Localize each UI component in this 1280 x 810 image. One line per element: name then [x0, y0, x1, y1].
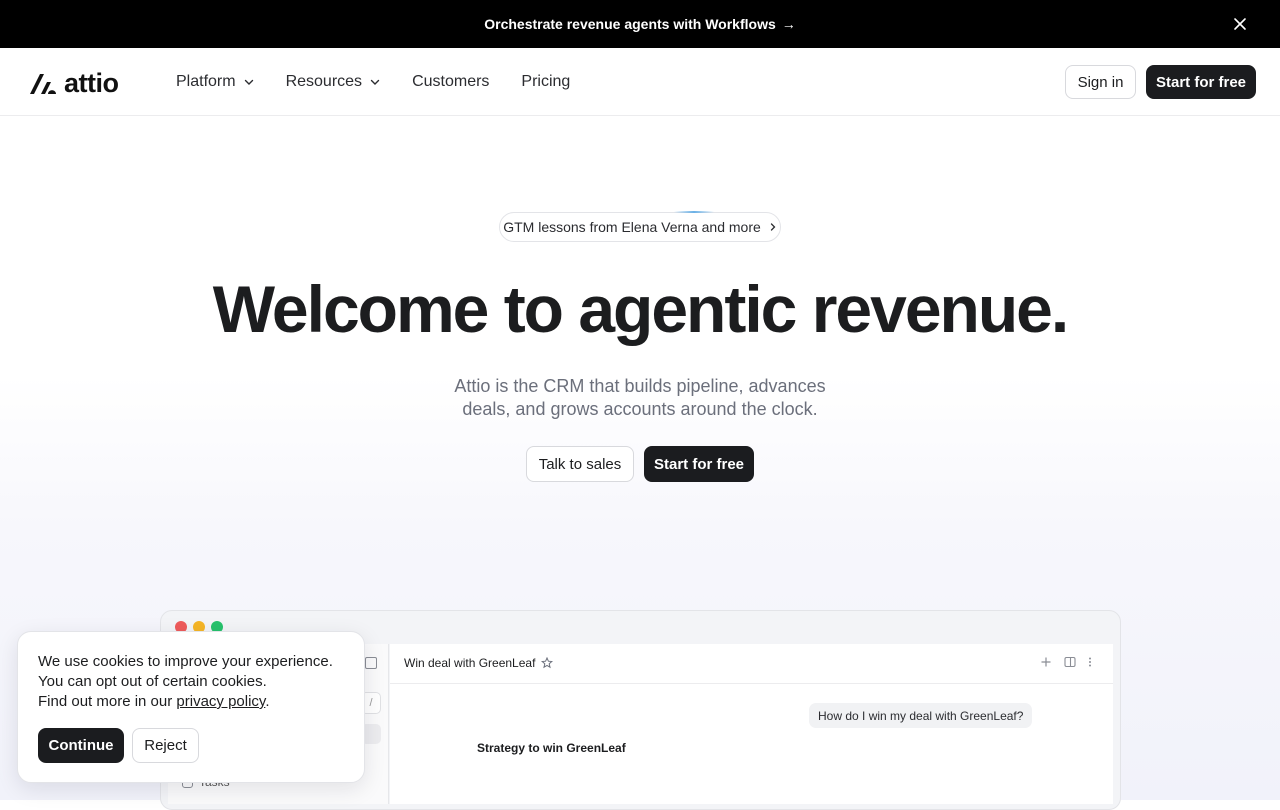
split-view-icon[interactable]	[1064, 656, 1076, 668]
cookie-message: We use cookies to improve your experienc…	[38, 652, 358, 712]
privacy-policy-link[interactable]: privacy policy	[176, 693, 265, 710]
hero-subtitle: Attio is the CRM that builds pipeline, a…	[454, 376, 826, 419]
nav-menu: Platform Resources Customers Pricing	[176, 48, 570, 116]
plus-icon[interactable]	[1040, 656, 1052, 668]
record-title-text: Win deal with GreenLeaf	[404, 656, 536, 670]
logo[interactable]: attio	[28, 68, 119, 99]
nav-item-platform[interactable]: Platform	[176, 73, 254, 91]
nav-item-label: Platform	[176, 73, 236, 90]
more-options-icon[interactable]	[1088, 656, 1092, 668]
cookie-line-3: Find out more in our privacy policy.	[38, 692, 358, 712]
cookie-banner: We use cookies to improve your experienc…	[17, 631, 365, 783]
record-title: Win deal with GreenLeaf	[404, 656, 554, 670]
nav-item-label: Pricing	[521, 73, 571, 90]
chat-user-message: How do I win my deal with GreenLeaf?	[809, 703, 1033, 728]
hero-start-for-free-button[interactable]: Start for free	[644, 446, 754, 482]
nav-item-label: Resources	[285, 73, 363, 90]
chevron-down-icon	[370, 79, 380, 85]
start-for-free-button[interactable]: Start for free	[1146, 65, 1256, 99]
hero-headline: Welcome to agentic revenue.	[212, 272, 1069, 346]
announcement-text: Orchestrate revenue agents with Workflow…	[484, 16, 776, 32]
cookie-line-3-prefix: Find out more in our	[38, 693, 177, 710]
sidebar-toggle-icon[interactable]	[365, 657, 377, 669]
talk-to-sales-button[interactable]: Talk to sales	[526, 446, 634, 482]
nav-item-label: Customers	[412, 73, 490, 90]
announcement-pill[interactable]: GTM lessons from Elena Verna and more	[499, 212, 781, 242]
sign-in-button[interactable]: Sign in	[1065, 65, 1136, 99]
chat-response-heading: Strategy to win GreenLeaf	[477, 741, 626, 755]
cookie-line-1: We use cookies to improve your experienc…	[38, 653, 333, 670]
pill-glow	[674, 211, 714, 213]
nav-item-resources[interactable]: Resources	[286, 73, 380, 91]
chevron-down-icon	[244, 79, 253, 85]
close-icon[interactable]	[1232, 16, 1248, 32]
star-icon[interactable]	[541, 657, 554, 669]
cookie-line-3-suffix: .	[265, 693, 270, 710]
main-nav: attio Platform Resources Customers Prici…	[0, 48, 1280, 116]
cookie-line-2: You can opt out of certain cookies.	[38, 673, 267, 690]
chevron-right-icon	[770, 223, 776, 231]
arrow-right-icon: →	[781, 16, 796, 32]
announcement-bar: Orchestrate revenue agents with Workflow…	[0, 0, 1280, 48]
pill-text: GTM lessons from Elena Verna and more	[503, 219, 761, 235]
nav-item-pricing[interactable]: Pricing	[521, 73, 570, 91]
attio-logo-icon	[30, 73, 56, 94]
nav-item-customers[interactable]: Customers	[412, 73, 489, 91]
logo-wordmark: attio	[64, 68, 119, 98]
cookie-reject-button[interactable]: Reject	[132, 728, 199, 763]
announcement-link[interactable]: Orchestrate revenue agents with Workflow…	[484, 16, 796, 32]
cookie-continue-button[interactable]: Continue	[38, 728, 124, 763]
record-toolbar	[1040, 656, 1092, 668]
